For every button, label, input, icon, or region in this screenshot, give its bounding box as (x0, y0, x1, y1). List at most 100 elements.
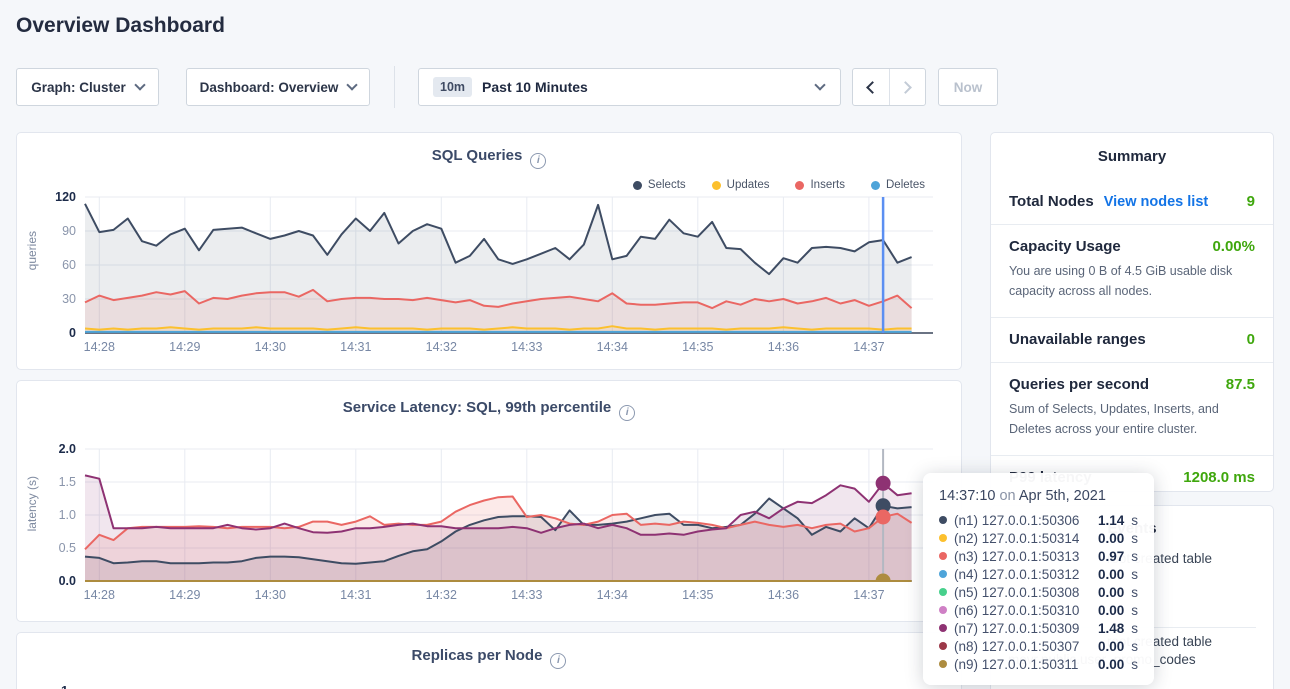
summary-row-capacity: Capacity Usage 0.00% (991, 224, 1273, 259)
chevron-down-icon (814, 79, 825, 90)
legend-dot-icon (795, 181, 804, 190)
y-tick-label: 1.0 (59, 508, 76, 522)
x-tick-label: 14:32 (426, 588, 457, 602)
x-tick-label: 14:37 (853, 340, 884, 354)
node-color-dot-icon (939, 624, 947, 632)
node-color-dot-icon (939, 534, 947, 542)
y-tick-label: 0.0 (59, 574, 76, 588)
summary-row-total-nodes: Total Nodes View nodes list 9 (991, 175, 1273, 214)
summary-row-unavailable: Unavailable ranges 0 (991, 317, 1273, 352)
x-tick-label: 14:33 (511, 588, 542, 602)
x-tick-label: 14:35 (682, 340, 713, 354)
chart-hover-tooltip: 14:37:10 on Apr 5th, 2021 (n1) 127.0.0.1… (923, 473, 1154, 685)
capacity-value: 0.00% (1212, 238, 1255, 255)
prev-time-button[interactable] (853, 69, 889, 105)
x-tick-label: 14:34 (597, 588, 628, 602)
x-tick-label: 14:36 (768, 340, 799, 354)
y-tick-label: 30 (62, 292, 76, 306)
legend-item-deletes: Deletes (871, 179, 925, 191)
x-tick-label: 14:34 (597, 340, 628, 354)
chevron-down-icon (347, 79, 358, 90)
x-tick-label: 14:28 (84, 588, 115, 602)
total-nodes-value: 9 (1247, 193, 1255, 210)
legend-dot-icon (712, 181, 721, 190)
unavailable-ranges-value: 0 (1247, 331, 1255, 348)
dashboard-dropdown-label: Dashboard: Overview (200, 80, 339, 95)
total-nodes-label: Total Nodes (1009, 193, 1094, 210)
tooltip-node-row: (n5) 127.0.0.1:503080.00s (939, 583, 1138, 601)
y-tick-label: 2.0 (59, 442, 76, 456)
overview-dashboard-page: Overview Dashboard Graph: Cluster Dashbo… (0, 0, 1290, 689)
y-tick-label: 90 (62, 224, 76, 238)
qps-desc: Sum of Selects, Updates, Inserts, and De… (991, 397, 1273, 445)
node-color-dot-icon (939, 552, 947, 560)
summary-row-qps: Queries per second 87.5 (991, 362, 1273, 397)
qps-value: 87.5 (1226, 376, 1255, 393)
service-latency-panel: Service Latency: SQL, 99th percentilei l… (16, 380, 962, 622)
x-tick-label: 14:31 (340, 340, 371, 354)
tooltip-node-row: (n1) 127.0.0.1:503061.14s (939, 511, 1138, 529)
now-button[interactable]: Now (938, 68, 998, 106)
legend-item-selects: Selects (633, 179, 686, 191)
x-tick-label: 14:30 (255, 588, 286, 602)
tooltip-node-row: (n9) 127.0.0.1:503110.00s (939, 655, 1138, 673)
x-tick-label: 14:30 (255, 340, 286, 354)
node-color-dot-icon (939, 606, 947, 614)
x-tick-label: 14:35 (682, 588, 713, 602)
node-color-dot-icon (939, 570, 947, 578)
info-icon[interactable]: i (550, 653, 566, 669)
view-nodes-list-link[interactable]: View nodes list (1104, 194, 1209, 210)
capacity-desc: You are using 0 B of 4.5 GiB usable disk… (991, 259, 1273, 307)
node-color-dot-icon (939, 516, 947, 524)
y-tick-label: 60 (62, 258, 76, 272)
y-tick-label: 120 (55, 190, 76, 204)
legend-item-updates: Updates (712, 179, 770, 191)
x-tick-label: 14:37 (853, 588, 884, 602)
y-tick-label: 0.5 (59, 541, 76, 555)
time-range-badge: 10m (433, 77, 472, 97)
sql-queries-panel: SQL Queriesi Selects Updates Inserts Delete… (16, 132, 962, 370)
x-tick-label: 14:29 (169, 588, 200, 602)
tooltip-timestamp: 14:37:10 on Apr 5th, 2021 (939, 488, 1138, 504)
dashboard-dropdown[interactable]: Dashboard: Overview (186, 68, 370, 106)
x-tick-label: 14:36 (768, 588, 799, 602)
node-color-dot-icon (939, 588, 947, 596)
legend-dot-icon (633, 181, 642, 190)
time-step-buttons (852, 68, 926, 106)
info-icon[interactable]: i (530, 153, 546, 169)
chevron-down-icon (134, 79, 145, 90)
latency-y-axis-label: latency (s) (25, 476, 39, 531)
next-time-button[interactable] (889, 69, 925, 105)
graph-dropdown-label: Graph: Cluster (31, 80, 126, 95)
chevron-left-icon (866, 81, 879, 94)
legend-dot-icon (871, 181, 880, 190)
clipped-axis-label: 1 (61, 683, 68, 689)
tooltip-node-rows: (n1) 127.0.0.1:503061.14s(n2) 127.0.0.1:… (939, 511, 1138, 673)
summary-title: Summary (991, 133, 1273, 175)
x-tick-label: 14:32 (426, 340, 457, 354)
replicas-title: Replicas per Nodei (17, 647, 961, 669)
unavailable-ranges-label: Unavailable ranges (1009, 331, 1146, 348)
x-tick-label: 14:29 (169, 340, 200, 354)
graph-dropdown[interactable]: Graph: Cluster (16, 68, 159, 106)
x-tick-label: 14:31 (340, 588, 371, 602)
info-icon[interactable]: i (619, 405, 635, 421)
x-tick-label: 14:33 (511, 340, 542, 354)
time-range-dropdown[interactable]: 10m Past 10 Minutes (418, 68, 841, 106)
summary-panel: Summary Total Nodes View nodes list 9 Ca… (990, 132, 1274, 492)
y-tick-label: 0 (69, 326, 76, 340)
hover-point (876, 574, 891, 589)
legend-item-inserts: Inserts (795, 179, 845, 191)
tooltip-node-row: (n3) 127.0.0.1:503130.97s (939, 547, 1138, 565)
time-range-label: Past 10 Minutes (482, 79, 588, 95)
replicas-panel: Replicas per Nodei 1 (16, 632, 962, 689)
sql-queries-title: SQL Queriesi (17, 147, 961, 169)
x-tick-label: 14:28 (84, 340, 115, 354)
tooltip-node-row: (n8) 127.0.0.1:503070.00s (939, 637, 1138, 655)
hover-point (876, 510, 891, 525)
tooltip-node-row: (n4) 127.0.0.1:503120.00s (939, 565, 1138, 583)
now-button-label: Now (954, 80, 983, 95)
y-tick-label: 1.5 (59, 475, 76, 489)
node-color-dot-icon (939, 660, 947, 668)
qps-label: Queries per second (1009, 376, 1149, 393)
